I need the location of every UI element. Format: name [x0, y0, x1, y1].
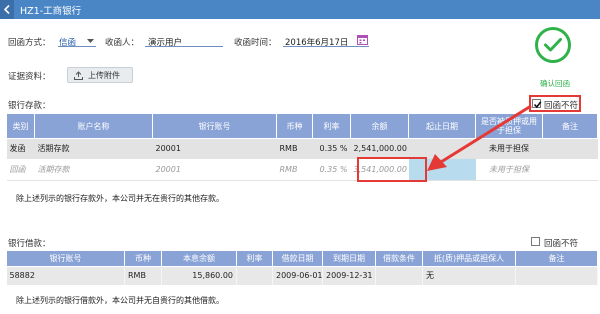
col-header: 账户名称 — [34, 113, 153, 139]
loans-header-row: 银行账号 币种 本息余额 利率 借款日期 到期日期 借款条件 抵(质)押品或担保… — [6, 250, 598, 267]
loans-section-title: 银行借款： — [8, 239, 51, 249]
cell-remark — [515, 266, 598, 285]
col-header: 本息余额 — [161, 250, 237, 267]
cell-loan-date: 2009-06-01 — [272, 266, 323, 285]
reply-method-select[interactable]: 信函 — [58, 34, 96, 48]
caret-down-icon — [87, 39, 94, 43]
title-bar: HZ1-工商银行 — [0, 0, 600, 19]
col-header: 备注 — [515, 250, 598, 267]
col-header: 银行账号 — [152, 113, 277, 139]
cell-account-name: 活期存款 — [34, 138, 153, 159]
col-header: 币种 — [276, 113, 313, 139]
cell-balance: 2,541,000.00 — [350, 138, 409, 159]
cell-balance: 15,860.00 — [161, 266, 237, 285]
loans-mismatch-checkbox[interactable] — [531, 237, 540, 246]
recipient-label: 收函人： — [105, 38, 140, 48]
cell-rate: 0.35 % — [312, 158, 351, 181]
receive-time-field[interactable]: 2016年6月17日 — [283, 34, 369, 48]
cell-account-name: 活期存款 — [34, 158, 153, 181]
cell-conditions — [375, 266, 423, 285]
cell-rate — [236, 266, 273, 285]
window-title: HZ1-工商银行 — [20, 6, 82, 17]
col-header: 币种 — [124, 250, 162, 267]
upload-icon — [74, 71, 83, 80]
deposits-section-title: 银行存款： — [8, 101, 51, 111]
check-icon — [544, 38, 562, 52]
cell-currency: RMB — [276, 138, 313, 159]
cell-category: 回函 — [6, 158, 35, 181]
col-header: 利率 — [312, 113, 351, 139]
reply-method-value: 信函 — [59, 38, 77, 48]
upload-label: 上传附件 — [88, 71, 120, 80]
annotation-arrow-icon — [427, 104, 532, 171]
col-header: 银行账号 — [6, 250, 125, 267]
cell-account-no: 20001 — [152, 158, 277, 181]
cell-remark[interactable] — [542, 158, 598, 181]
cell-account-no: 58882 — [6, 266, 125, 285]
receive-time-value: 2016年6月17日 — [285, 38, 349, 48]
cell-rate: 0.35 % — [312, 138, 351, 159]
chevron-left-icon — [3, 5, 10, 14]
loans-note: 除上述列示的银行借款外，本公司并无自贵行的其他借款。 — [16, 296, 224, 305]
loans-mismatch-label: 回函不符 — [544, 239, 579, 249]
cell-remark — [542, 138, 598, 159]
col-header: 抵(质)押品或担保人 — [422, 250, 516, 267]
cell-account-no: 20001 — [152, 138, 277, 159]
col-header: 备注 — [542, 113, 598, 139]
deposits-note: 除上述列示的银行存款外，本公司并无在贵行的其他存款。 — [16, 194, 224, 203]
confirm-reply-button[interactable] — [535, 27, 571, 63]
col-header: 借款条件 — [375, 250, 423, 267]
cell-currency: RMB — [124, 266, 162, 285]
cell-category: 发函 — [6, 138, 35, 159]
confirm-reply-label: 确认回函 — [540, 79, 570, 88]
recipient-value: 演示用户 — [148, 38, 183, 48]
col-header: 类别 — [6, 113, 35, 139]
loans-table: 银行账号 币种 本息余额 利率 借款日期 到期日期 借款条件 抵(质)押品或担保… — [6, 250, 598, 285]
recipient-field[interactable]: 演示用户 — [145, 34, 223, 48]
col-header: 到期日期 — [322, 250, 376, 267]
cell-due-date: 2009-12-31 — [322, 266, 376, 285]
back-button[interactable] — [0, 0, 14, 19]
col-header: 利率 — [236, 250, 273, 267]
reply-method-label: 回函方式： — [8, 38, 51, 48]
upload-attachment-button[interactable]: 上传附件 — [67, 67, 133, 83]
calendar-icon[interactable] — [357, 34, 368, 45]
col-header: 借款日期 — [272, 250, 323, 267]
receive-time-label: 收函时间： — [234, 38, 277, 48]
cell-collateral: 无 — [422, 266, 516, 285]
table-row: 58882 RMB 15,860.00 2009-06-01 2009-12-3… — [6, 266, 598, 285]
col-header: 余额 — [350, 113, 409, 139]
cell-currency: RMB — [276, 158, 313, 181]
evidence-label: 证据资料： — [8, 72, 51, 82]
